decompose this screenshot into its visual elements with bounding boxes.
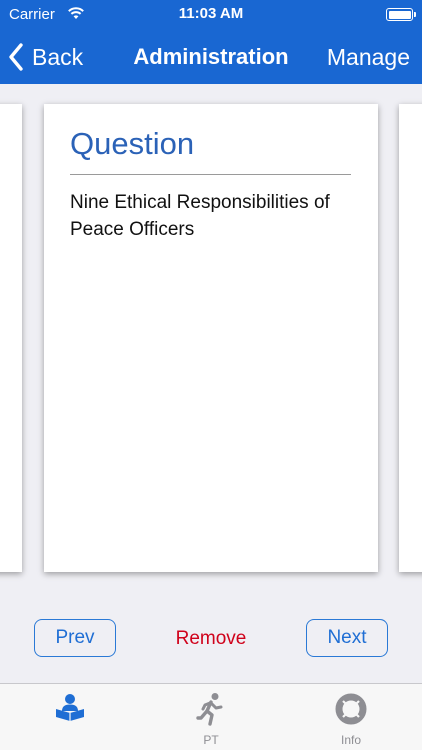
- card-divider: [70, 174, 351, 175]
- status-bar: Carrier 11:03 AM: [0, 0, 422, 30]
- back-button[interactable]: Back: [8, 42, 83, 72]
- navigation-bar: Back Administration Manage: [0, 30, 422, 84]
- study-icon: [53, 692, 87, 727]
- card-carousel[interactable]: Question Nine Ethical Responsibilities o…: [0, 84, 422, 599]
- card-text: Nine Ethical Responsibilities of Peace O…: [70, 192, 330, 240]
- next-card-peek[interactable]: [399, 104, 422, 572]
- prev-button[interactable]: Prev: [34, 619, 116, 657]
- battery-icon: [386, 8, 416, 21]
- runner-icon: [196, 692, 226, 731]
- chevron-left-icon: [8, 43, 24, 71]
- tab-study[interactable]: [0, 684, 140, 750]
- tab-pt[interactable]: PT: [141, 684, 281, 750]
- manage-button[interactable]: Manage: [327, 44, 410, 71]
- remove-button[interactable]: Remove: [150, 628, 272, 650]
- next-button[interactable]: Next: [306, 619, 388, 657]
- tab-info[interactable]: Info: [281, 684, 421, 750]
- back-button-label: Back: [32, 43, 84, 70]
- tab-info-label: Info: [340, 733, 361, 747]
- tab-bar: PT Info: [0, 683, 422, 750]
- lifebuoy-icon: [334, 692, 368, 731]
- card-heading: Question: [70, 126, 195, 161]
- flashcard[interactable]: Question Nine Ethical Responsibilities o…: [44, 104, 378, 572]
- previous-card-peek[interactable]: [0, 104, 22, 572]
- clock: 11:03 AM: [178, 5, 244, 22]
- tab-pt-label: PT: [203, 733, 219, 747]
